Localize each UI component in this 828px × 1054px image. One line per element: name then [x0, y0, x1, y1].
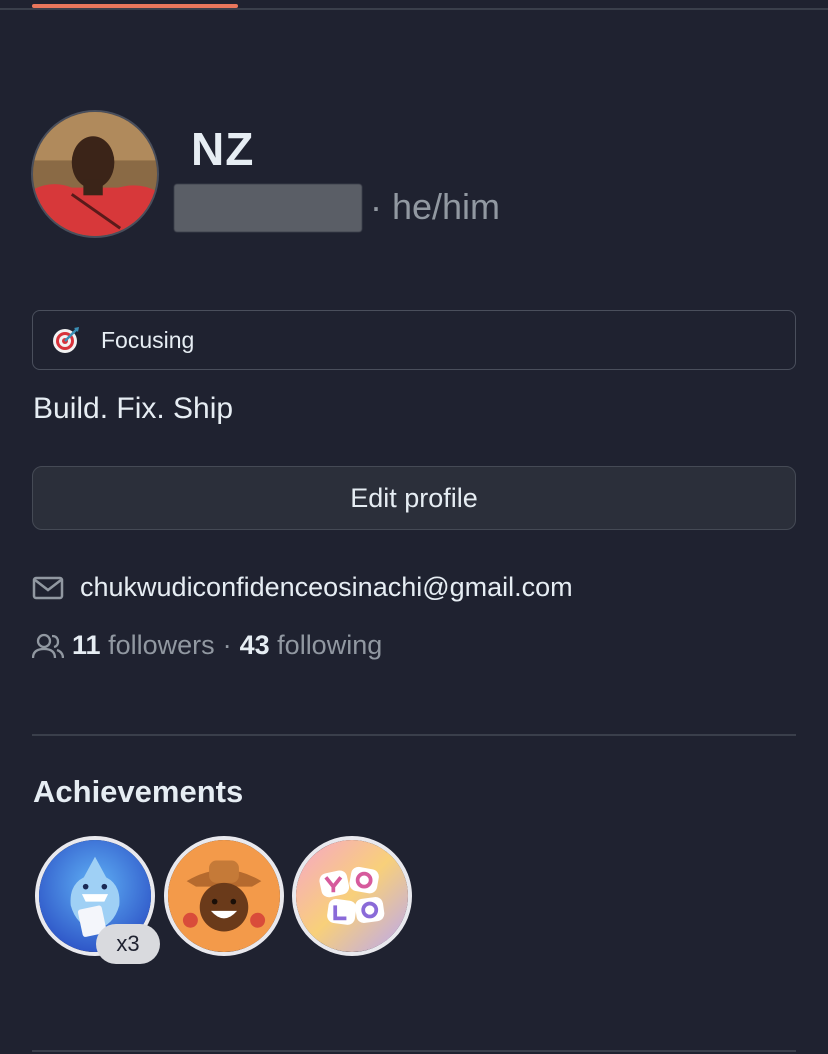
status-text: Focusing	[101, 326, 195, 353]
achievement-badge-starstruck[interactable]	[164, 836, 284, 956]
achievement-count-badge: x3	[96, 924, 160, 964]
achievements-heading: Achievements	[33, 774, 244, 809]
yolo-badge-icon	[296, 840, 408, 952]
following-link[interactable]: 43 following	[240, 630, 383, 661]
followers-row: 11 followers · 43 following	[32, 630, 382, 661]
status-button[interactable]: Focusing	[32, 310, 796, 370]
display-name: NZ	[191, 123, 255, 175]
username-redacted-block	[174, 184, 362, 232]
pronouns: · he/him	[370, 186, 501, 227]
starstruck-cowboy-badge-icon	[168, 840, 280, 952]
section-divider	[32, 734, 796, 736]
separator-dot: ·	[222, 630, 232, 660]
followers-link[interactable]: 11 followers	[72, 630, 215, 661]
followers-label: followers	[108, 630, 215, 660]
top-border	[0, 8, 828, 10]
following-label: following	[277, 630, 383, 660]
people-icon	[32, 633, 64, 658]
achievement-badge-yolo[interactable]	[292, 836, 412, 956]
edit-profile-button[interactable]: Edit profile	[32, 466, 796, 530]
avatar[interactable]	[31, 110, 159, 238]
bottom-border	[32, 1050, 796, 1052]
email-link[interactable]: chukwudiconfidenceosinachi@gmail.com	[80, 572, 573, 603]
bio: Build. Fix. Ship	[33, 392, 234, 425]
avatar-photo	[33, 112, 157, 236]
active-tab-indicator	[32, 4, 238, 8]
email-row: chukwudiconfidenceosinachi@gmail.com	[32, 572, 573, 603]
following-count: 43	[239, 630, 270, 660]
followers-count: 11	[72, 630, 101, 660]
mail-icon	[32, 576, 64, 599]
direct-hit-target-icon	[53, 327, 79, 353]
